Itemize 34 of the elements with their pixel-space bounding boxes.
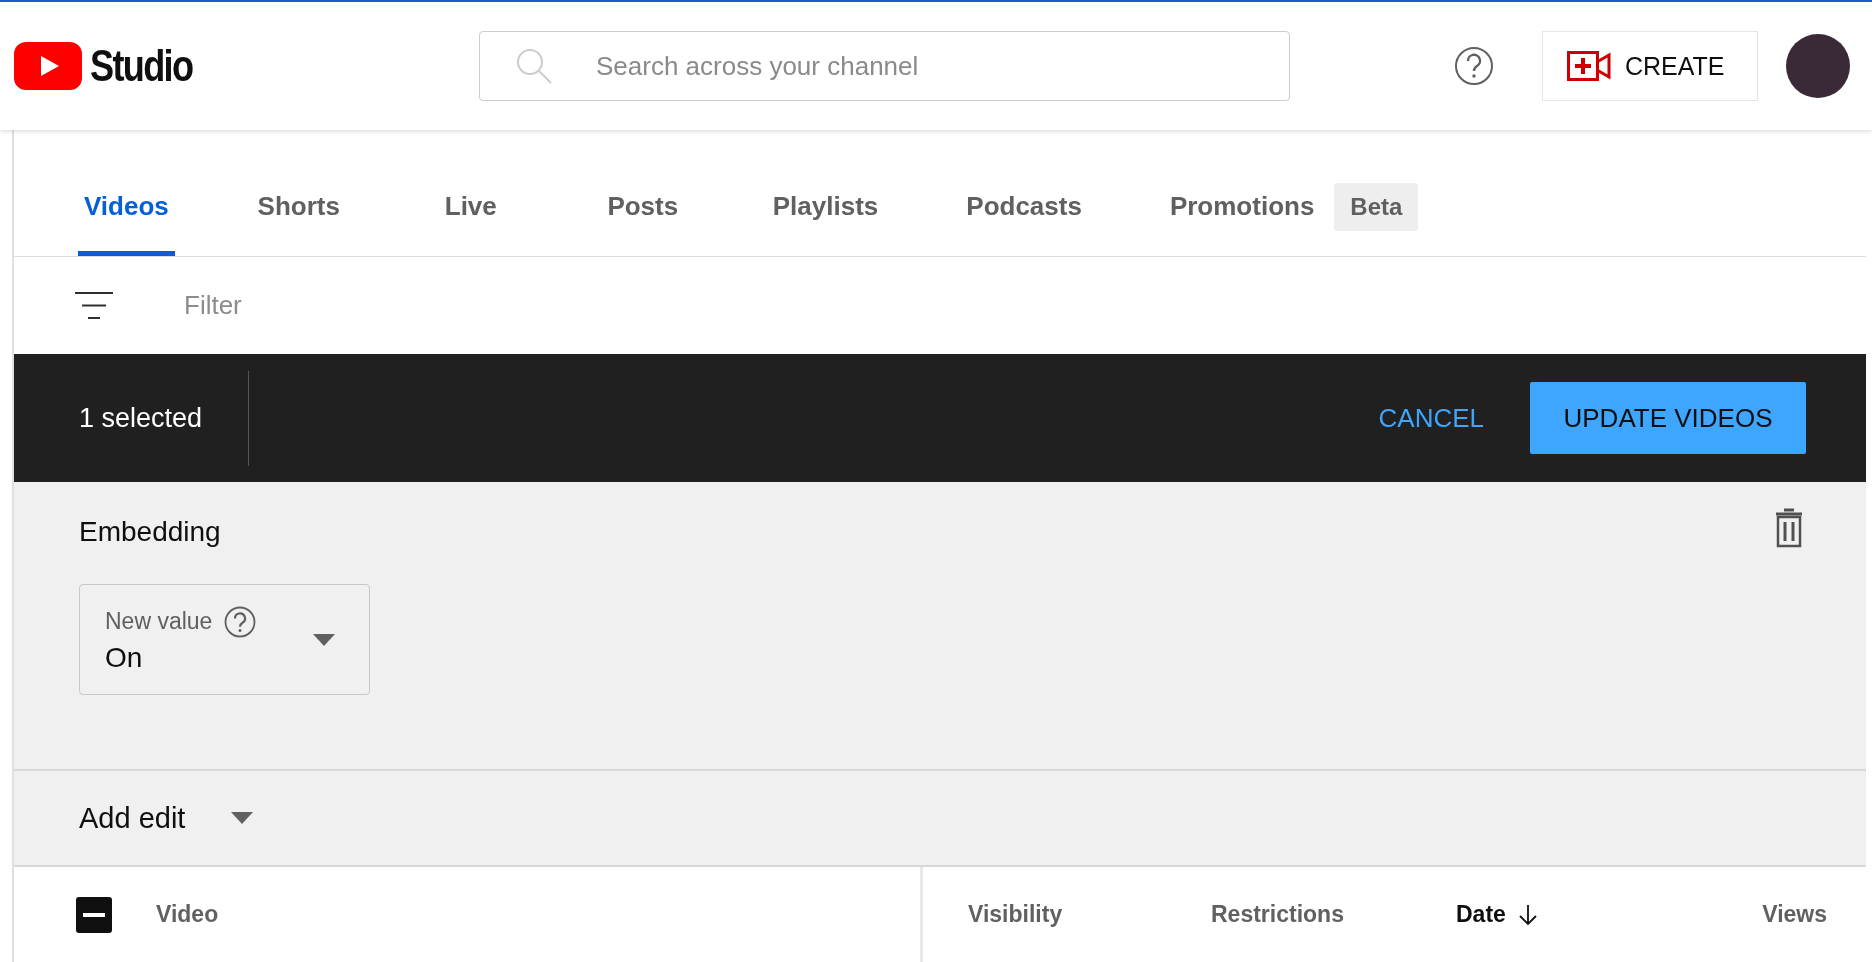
camera-plus-icon [1567, 51, 1611, 81]
search-field[interactable]: Search across your channel [479, 31, 1290, 101]
beta-badge: Beta [1334, 183, 1419, 231]
tab[interactable]: Shorts [250, 162, 347, 256]
checkbox[interactable] [76, 896, 112, 933]
down-arrow-icon [1517, 903, 1538, 926]
tab[interactable]: Posts [594, 162, 691, 256]
update-videos-button[interactable]: UPDATE VIDEOS [1530, 382, 1806, 454]
column-header[interactable]: Views [1762, 901, 1827, 928]
caret-icon [231, 812, 254, 824]
column-header[interactable]: Restrictions [1211, 901, 1456, 928]
filter-icon[interactable] [75, 291, 113, 320]
help-icon[interactable] [224, 605, 257, 638]
tab[interactable]: Playlists [766, 162, 885, 256]
create-button[interactable]: CREATE [1542, 31, 1758, 101]
logo-text: Studio [90, 41, 193, 91]
selected-count: 1 selected [79, 402, 203, 434]
add-edit-dropdown[interactable]: Add edit [79, 801, 254, 835]
tab[interactable]: Podcasts [960, 162, 1088, 256]
help-icon[interactable] [1454, 46, 1494, 86]
column-header[interactable]: Visibility [968, 901, 1211, 928]
edit-title: Embedding [79, 516, 221, 548]
field-value: On [105, 641, 144, 674]
value-dropdown[interactable]: New value On [79, 584, 370, 695]
column-header[interactable]: Video [156, 901, 219, 928]
tab[interactable]: Live [422, 162, 519, 256]
caret-icon [313, 633, 335, 646]
cancel-button[interactable]: CANCEL [1378, 392, 1484, 444]
tab[interactable]: Promotions [1163, 162, 1321, 256]
tab[interactable]: Videos [78, 162, 175, 256]
column-header[interactable]: Date [1456, 901, 1763, 928]
play-logo-icon[interactable] [14, 42, 82, 90]
field-label: New value [105, 608, 213, 635]
trash-icon[interactable] [1774, 508, 1804, 548]
